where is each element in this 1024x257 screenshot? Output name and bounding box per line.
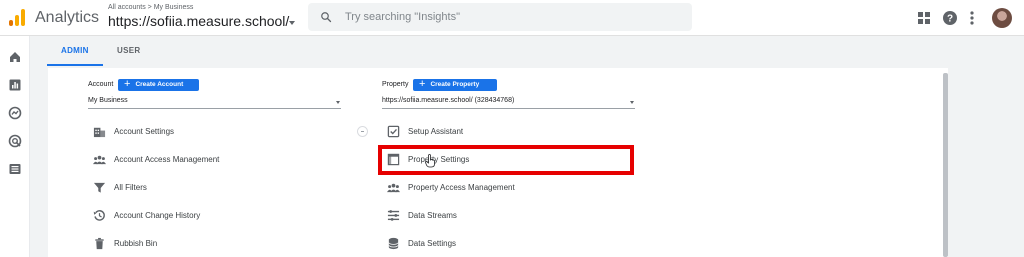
create-property-button[interactable]: + Create Property	[413, 79, 497, 91]
people-icon	[93, 155, 106, 165]
create-account-button[interactable]: + Create Account	[118, 79, 199, 91]
help-icon[interactable]: ?	[943, 11, 957, 25]
plus-icon: +	[124, 78, 131, 90]
account-select-value: My Business	[88, 97, 128, 104]
analytics-logo-icon[interactable]	[9, 9, 25, 26]
account-selector[interactable]: https://sofiia.measure.school/	[108, 13, 289, 29]
advertising-icon[interactable]	[8, 134, 22, 148]
dropdown-caret-icon	[630, 101, 634, 104]
menu-item-label: Account Change History	[114, 211, 201, 220]
create-account-label: Create Account	[135, 81, 184, 88]
account-column-label: Account	[88, 81, 114, 88]
history-icon	[93, 210, 105, 221]
menu-item-label: Data Streams	[408, 211, 457, 220]
account-select[interactable]: My Business	[88, 97, 341, 109]
search-placeholder: Try searching "Insights"	[345, 11, 461, 23]
menu-item-label: Property Access Management	[408, 183, 515, 192]
reports-icon[interactable]	[8, 78, 22, 92]
hand-cursor-icon	[425, 154, 435, 168]
streams-icon	[387, 210, 400, 221]
tab-admin[interactable]: ADMIN	[61, 46, 89, 55]
scrollbar-thumb[interactable]	[943, 73, 948, 257]
collapse-toggle-icon[interactable]	[357, 126, 368, 137]
trash-icon	[95, 237, 104, 250]
more-vert-icon[interactable]	[970, 11, 974, 25]
menu-item-label: Account Access Management	[114, 155, 220, 164]
dropdown-caret-icon	[336, 101, 340, 104]
admin-tabs: ADMIN USER	[31, 36, 1024, 66]
tab-user[interactable]: USER	[117, 46, 140, 55]
top-bar: Analytics All accounts > My Business htt…	[0, 0, 1024, 36]
apps-grid-icon[interactable]	[918, 12, 930, 24]
filter-icon	[93, 182, 106, 193]
configure-icon[interactable]	[8, 162, 22, 176]
plus-icon: +	[419, 78, 426, 90]
building-icon	[93, 127, 106, 138]
create-property-label: Create Property	[430, 81, 480, 88]
left-nav-rail	[0, 36, 30, 257]
avatar[interactable]	[992, 8, 1012, 28]
search-input[interactable]: Try searching "Insights"	[308, 3, 692, 31]
svg-text:?: ?	[947, 14, 953, 25]
property-select-value: https://sofiia.measure.school/ (32843476…	[382, 97, 515, 104]
menu-item-label: Data Settings	[408, 239, 457, 248]
checkbox-icon	[387, 125, 400, 138]
highlight-box	[378, 145, 634, 175]
people-icon	[387, 183, 400, 193]
explore-icon[interactable]	[8, 106, 22, 120]
active-tab-indicator	[47, 64, 103, 66]
property-select[interactable]: https://sofiia.measure.school/ (32843476…	[382, 97, 635, 109]
menu-item-label: All Filters	[114, 183, 147, 192]
account-selector-caret-icon[interactable]	[289, 21, 295, 25]
menu-item-label: Rubbish Bin	[114, 239, 158, 248]
menu-item-label: Account Settings	[114, 127, 175, 136]
menu-item-label: Setup Assistant	[408, 127, 464, 136]
app-title: Analytics	[35, 9, 100, 26]
search-icon	[321, 12, 332, 23]
home-icon[interactable]	[8, 50, 22, 64]
property-column-label: Property	[382, 81, 409, 88]
breadcrumb[interactable]: All accounts > My Business	[108, 4, 193, 11]
database-icon	[388, 237, 399, 250]
